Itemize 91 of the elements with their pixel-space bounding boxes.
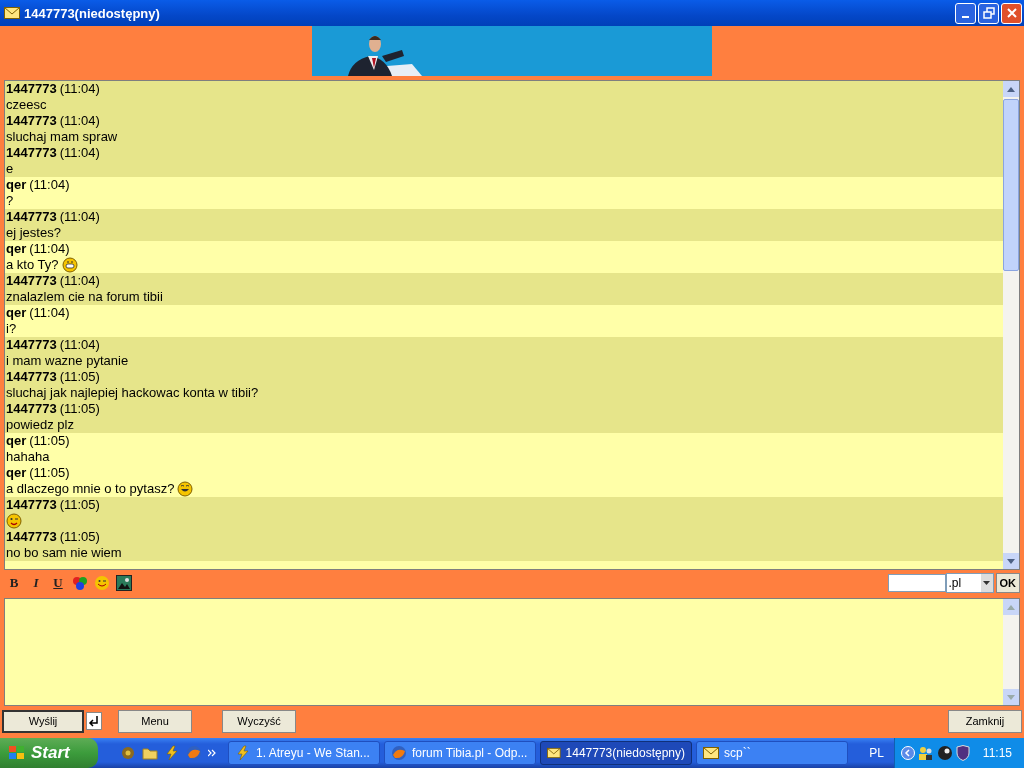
close-window-button[interactable]: Zamknij	[948, 709, 1022, 733]
message-time: (11:05)	[29, 465, 70, 480]
sender-name: 1447773	[6, 145, 57, 160]
message-text: sluchaj mam spraw	[6, 129, 118, 145]
sender-name: qer	[6, 465, 27, 480]
message-text: no bo sam nie wiem	[6, 545, 122, 561]
more-icon[interactable]	[208, 749, 216, 757]
message-text: a kto Ty?	[6, 257, 59, 273]
text-field[interactable]	[887, 574, 946, 592]
message-time: (11:04)	[59, 337, 100, 352]
window-title: 1447773(niedostępny)	[24, 5, 160, 21]
send-button[interactable]: Wyślij	[2, 709, 84, 733]
message-text: hahaha	[6, 449, 50, 465]
sender-name: qer	[6, 177, 27, 192]
browser-icon[interactable]	[186, 745, 202, 761]
laughing-face-icon	[177, 481, 194, 497]
domain-dropdown[interactable]: .pl	[945, 573, 994, 593]
message-time: (11:04)	[59, 113, 100, 128]
scroll-down-icon[interactable]	[1007, 558, 1015, 564]
start-button[interactable]: Start	[0, 738, 98, 768]
minimize-icon	[962, 16, 969, 18]
sender-name: qer	[6, 305, 27, 320]
message-text: e	[6, 161, 14, 177]
lightning-icon[interactable]	[164, 745, 180, 761]
message-text: ej jestes?	[6, 225, 61, 241]
sender-name: 1447773	[6, 529, 57, 544]
message-time: (11:04)	[59, 81, 100, 96]
message-time: (11:04)	[29, 305, 70, 320]
message-time: (11:04)	[29, 241, 70, 256]
message-text: ?	[6, 193, 14, 209]
taskbar-button[interactable]: forum Tibia.pl - Odp...	[384, 741, 536, 765]
sender-name: 1447773	[6, 337, 57, 352]
message-text: znalazlem cie na forum tibii	[6, 289, 163, 305]
sender-name: 1447773	[6, 81, 57, 96]
restore-icon	[982, 7, 995, 19]
sender-name: 1447773	[6, 113, 57, 128]
restore-button[interactable]	[978, 2, 999, 24]
message-time: (11:05)	[59, 529, 100, 544]
sender-name: 1447773	[6, 273, 57, 288]
message-time: (11:04)	[59, 209, 100, 224]
close-button[interactable]	[1001, 2, 1022, 24]
close-icon	[1005, 7, 1018, 19]
message-time: (11:04)	[59, 273, 100, 288]
message-time: (11:04)	[59, 145, 100, 160]
sender-name: 1447773	[6, 209, 57, 224]
windows-flag-icon	[8, 745, 26, 761]
envelope-icon	[703, 747, 719, 759]
message-time: (11:05)	[59, 369, 100, 384]
bold-button[interactable]: B	[6, 575, 22, 591]
dropdown-arrow-icon[interactable]	[983, 581, 990, 585]
taskbar-button[interactable]: 1447773(niedostępny)	[540, 741, 692, 765]
sender-name: 1447773	[6, 497, 57, 512]
scroll-up-icon[interactable]	[1007, 86, 1015, 92]
message-text: sluchaj jak najlepiej hackowac konta w tibii?	[6, 385, 259, 401]
message-text: powiedz plz	[6, 417, 74, 433]
message-time: (11:04)	[29, 177, 70, 192]
taskbar-button[interactable]: 1. Atreyu - We Stan...	[228, 741, 380, 765]
lightning-icon	[235, 745, 251, 761]
taskbar-button[interactable]: scp``	[696, 741, 848, 765]
message-time: (11:05)	[59, 401, 100, 416]
clock: 11:15	[982, 746, 1012, 760]
folder-icon[interactable]	[142, 745, 158, 761]
message-text: i mam wazne pytanie	[6, 353, 129, 369]
sender-name: qer	[6, 241, 27, 256]
shield-icon[interactable]	[955, 745, 970, 761]
sender-name: 1447773	[6, 369, 57, 384]
ok-button[interactable]: OK	[995, 573, 1020, 593]
underline-button[interactable]: U	[50, 575, 66, 591]
winking-face-icon	[6, 513, 22, 529]
minimize-button[interactable]	[955, 2, 976, 24]
color-icon[interactable]	[72, 575, 88, 591]
italic-button[interactable]: I	[28, 575, 44, 591]
clear-button[interactable]: Wyczyść	[222, 709, 296, 733]
envelope-icon	[547, 747, 561, 759]
users-icon[interactable]	[917, 745, 934, 761]
image-icon[interactable]	[116, 575, 132, 591]
envelope-icon	[4, 7, 20, 19]
scrollbar[interactable]	[1003, 81, 1019, 569]
language-indicator[interactable]: PL	[863, 746, 890, 760]
menu-button[interactable]: Menu	[118, 709, 192, 733]
sender-name: 1447773	[6, 401, 57, 416]
browser-icon	[391, 745, 407, 761]
emoticon-icon[interactable]	[94, 575, 110, 591]
message-time: (11:05)	[59, 497, 100, 512]
message-text: a dlaczego mnie o to pytasz?	[6, 481, 175, 497]
message-text: czeesc	[6, 97, 47, 113]
message-text: i?	[6, 321, 17, 337]
grinning-face-icon	[61, 257, 78, 273]
message-time: (11:05)	[29, 433, 70, 448]
enter-icon[interactable]	[86, 712, 102, 730]
sender-name: qer	[6, 433, 27, 448]
